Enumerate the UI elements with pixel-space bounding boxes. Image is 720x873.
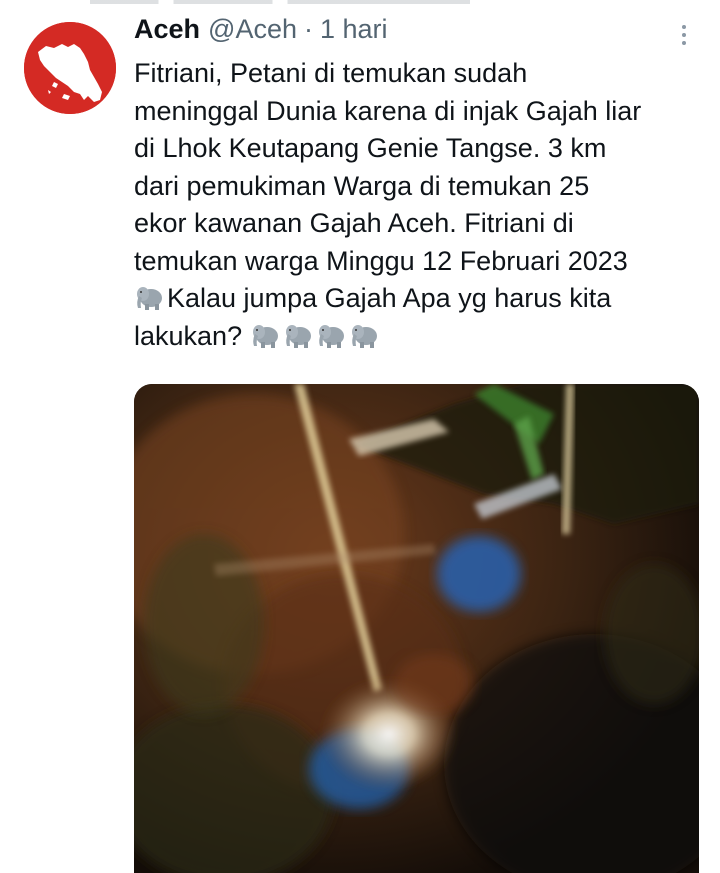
tweet-text-line: meninggal Dunia karena di injak Gajah li… bbox=[134, 95, 642, 126]
tweet-text-line: di Lhok Keutapang Genie Tangse. 3 km bbox=[134, 133, 607, 163]
elephant-emoji-icon bbox=[316, 322, 346, 349]
tweet[interactable]: Aceh @Aceh · 1 hari Fitriani, Petani di … bbox=[0, 0, 720, 873]
tweet-text-line: temukan warga Minggu 12 Februari 2023 bbox=[134, 245, 628, 276]
video-frame bbox=[134, 384, 699, 873]
more-options-button[interactable] bbox=[672, 20, 696, 50]
more-vertical-icon bbox=[682, 25, 686, 29]
avatar[interactable] bbox=[24, 22, 116, 114]
tweet-text-line: Kalau jumpa Gajah Apa yg harus kita bbox=[134, 280, 709, 318]
tweet-video[interactable] bbox=[134, 384, 699, 873]
elephant-emoji-icon bbox=[283, 322, 313, 349]
handle[interactable]: @Aceh bbox=[208, 14, 297, 45]
tweet-text-line: lakukan? bbox=[134, 318, 709, 356]
tweet-text-line: dari pemukiman Warga di temukan 25 bbox=[134, 170, 590, 201]
tweet-text: Fitriani, Petani di temukan sudah mening… bbox=[134, 55, 709, 355]
tweet-text-line: Fitriani, Petani di temukan sudah bbox=[134, 58, 528, 88]
elephant-emoji-icon bbox=[134, 284, 164, 311]
display-name[interactable]: Aceh bbox=[134, 14, 200, 45]
separator-dot: · bbox=[303, 14, 313, 44]
timestamp[interactable]: 1 hari bbox=[320, 14, 388, 45]
tweet-header: Aceh @Aceh · 1 hari bbox=[134, 14, 388, 54]
tweet-text-line: ekor kawanan Gajah Aceh. Fitriani di bbox=[134, 208, 574, 238]
elephant-emoji-icon bbox=[250, 322, 280, 349]
tweet-text-segment: Kalau jumpa Gajah Apa yg harus kita bbox=[167, 283, 612, 313]
tweet-text-segment: lakukan? bbox=[134, 320, 243, 351]
elephant-emoji-icon bbox=[349, 322, 379, 349]
aceh-map-logo bbox=[24, 22, 116, 114]
